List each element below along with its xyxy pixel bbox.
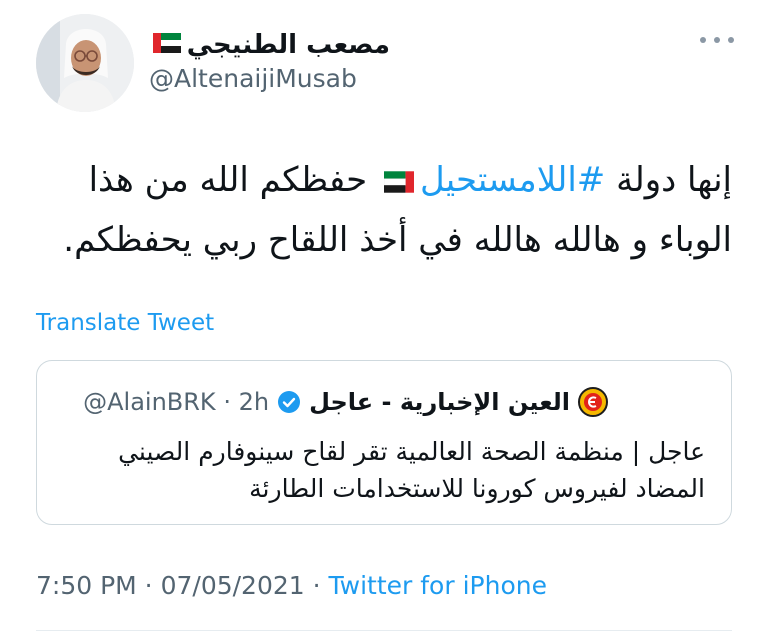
quoted-tweet[interactable]: العين الإخبارية - عاجل @AlainBRK · 2h عا… xyxy=(36,360,732,525)
author-handle[interactable]: @AltenaijiMusab xyxy=(149,64,357,93)
tweet-date[interactable]: 07/05/2021 xyxy=(161,571,305,600)
uae-flag-icon xyxy=(383,170,414,193)
tweet-time[interactable]: 7:50 PM xyxy=(36,571,137,600)
quoted-time[interactable]: 2h xyxy=(239,388,269,416)
tweet-text: إنها دولة #اللامستحيل حفظكم الله من هذا … xyxy=(32,150,732,270)
more-options-button[interactable] xyxy=(700,30,734,50)
quoted-author-name[interactable]: العين الإخبارية - عاجل xyxy=(309,388,570,416)
more-dot-icon xyxy=(728,37,734,43)
meta-separator: · xyxy=(304,571,329,600)
translate-tweet-link[interactable]: Translate Tweet xyxy=(36,310,214,336)
tweet-meta: 7:50 PM · 07/05/2021 · Twitter for iPhon… xyxy=(36,571,547,600)
author-display-name[interactable]: مصعب الطنيجي xyxy=(187,30,390,60)
quoted-handle[interactable]: @AlainBRK xyxy=(83,388,216,416)
tweet-source-link[interactable]: Twitter for iPhone xyxy=(329,571,547,600)
tweet-text-part: إنها دولة xyxy=(605,160,732,200)
quoted-handle-time: @AlainBRK · 2h xyxy=(83,388,269,416)
avatar-portrait-icon xyxy=(36,14,134,112)
quoted-text-line-1: عاجل | منظمة الصحة العالمية تقر لقاح سين… xyxy=(118,437,705,466)
hashtag-link[interactable]: #اللامستحيل xyxy=(420,160,605,200)
tweet-line-2: الوباء و هالله هالله في أخذ اللقاح ربي ي… xyxy=(63,220,732,260)
verified-badge-icon xyxy=(278,391,301,413)
more-dot-icon xyxy=(700,37,706,43)
uae-flag-icon xyxy=(153,33,181,53)
quoted-tweet-header: العين الإخبارية - عاجل @AlainBRK · 2h xyxy=(83,387,608,417)
quoted-text-line-2: المضاد لفيروس كورونا للاستخدامات الطارئة xyxy=(249,474,705,503)
quoted-tweet-text: عاجل | منظمة الصحة العالمية تقر لقاح سين… xyxy=(65,433,705,507)
quoted-avatar[interactable] xyxy=(578,387,608,417)
tweet-line-1: إنها دولة #اللامستحيل حفظكم الله من هذا xyxy=(32,150,732,210)
bottom-divider xyxy=(36,630,732,631)
quoted-separator: · xyxy=(223,388,231,416)
author-avatar[interactable] xyxy=(36,14,134,112)
meta-separator: · xyxy=(136,571,161,600)
tweet-text-part: حفظكم الله من هذا xyxy=(88,160,378,200)
news-logo-icon xyxy=(584,393,602,411)
display-name-text: مصعب الطنيجي xyxy=(186,30,390,60)
more-dot-icon xyxy=(714,37,720,43)
